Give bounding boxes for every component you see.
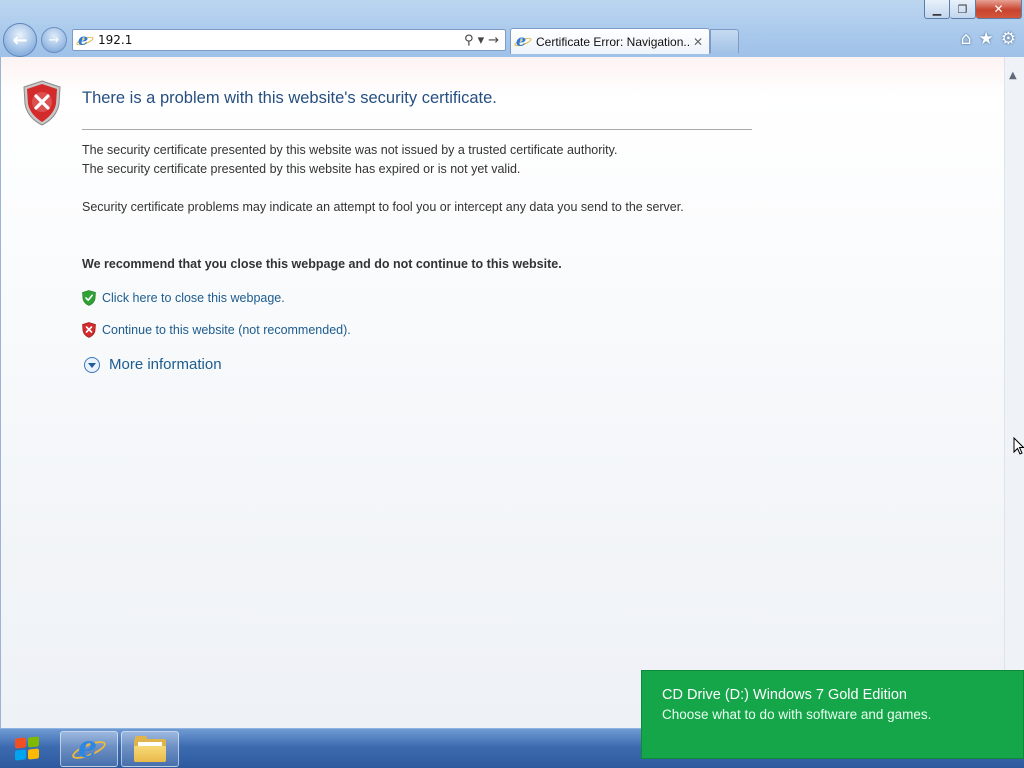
certificate-issues: The security certificate presented by th…	[82, 141, 742, 179]
more-information-toggle[interactable]: More information	[84, 356, 222, 373]
mouse-cursor-icon	[1013, 437, 1024, 455]
window-controls: ▁ ❐ ✕	[924, 0, 1022, 20]
close-webpage-option[interactable]: Click here to close this webpage.	[82, 290, 285, 306]
address-bar[interactable]: e 192.1 ⚲ ▾ →	[72, 29, 506, 51]
continue-option[interactable]: Continue to this website (not recommende…	[82, 322, 351, 338]
vertical-scrollbar[interactable]: ▲	[1004, 57, 1024, 728]
restore-button[interactable]: ❐	[950, 0, 976, 19]
more-information-label[interactable]: More information	[109, 356, 222, 373]
scroll-up-arrow-icon[interactable]: ▲	[1009, 70, 1017, 81]
tab-title: Certificate Error: Navigation...	[536, 34, 690, 49]
continue-link[interactable]: Continue to this website (not recommende…	[102, 323, 351, 337]
search-icon[interactable]: ⚲	[464, 34, 474, 47]
chevron-down-icon[interactable]: ▾	[478, 34, 485, 47]
command-icons: ⌂ ★ ⚙	[961, 29, 1016, 49]
tab-certificate-error[interactable]: e Certificate Error: Navigation... ✕	[510, 28, 710, 54]
close-webpage-link[interactable]: Click here to close this webpage.	[102, 291, 285, 305]
close-window-button[interactable]: ✕	[976, 0, 1022, 19]
favorites-star-icon[interactable]: ★	[979, 29, 994, 49]
page-title: There is a problem with this website's s…	[82, 89, 497, 107]
notification-subtitle: Choose what to do with software and game…	[662, 707, 932, 722]
home-icon[interactable]: ⌂	[961, 29, 972, 49]
warning-paragraph: Security certificate problems may indica…	[82, 200, 684, 214]
new-tab-button[interactable]	[710, 29, 739, 53]
notification-title: CD Drive (D:) Windows 7 Gold Edition	[662, 687, 907, 703]
autoplay-notification[interactable]: CD Drive (D:) Windows 7 Gold Edition Cho…	[641, 670, 1024, 759]
close-tab-icon[interactable]: ✕	[690, 35, 706, 49]
url-text[interactable]: 192.1	[98, 33, 464, 47]
taskbar-windows-explorer[interactable]	[121, 731, 179, 767]
taskbar-internet-explorer[interactable]: e	[60, 730, 118, 767]
back-button[interactable]: ←	[3, 23, 37, 57]
internet-explorer-icon: e	[70, 730, 108, 765]
minimize-button[interactable]: ▁	[924, 0, 950, 19]
go-arrow-icon[interactable]: →	[488, 34, 499, 47]
browser-chrome: ▁ ❐ ✕ ← → e 192.1 ⚲ ▾ → e Certificate Er…	[0, 0, 1024, 57]
issue-untrusted: The security certificate presented by th…	[82, 143, 618, 157]
ie-tab-icon: e	[513, 31, 533, 50]
expand-circle-icon[interactable]	[84, 356, 100, 373]
gear-icon[interactable]: ⚙	[1001, 29, 1016, 49]
shield-x-icon	[82, 322, 96, 338]
forward-button[interactable]: →	[41, 27, 67, 53]
start-button[interactable]	[4, 732, 50, 766]
divider	[82, 129, 752, 130]
issue-expired: The security certificate presented by th…	[82, 162, 521, 176]
folder-icon	[134, 736, 166, 762]
shield-error-icon	[23, 80, 61, 126]
windows-logo-icon	[12, 734, 42, 764]
shield-check-icon	[82, 290, 96, 306]
ie-page-icon: e	[75, 30, 95, 49]
recommendation-text: We recommend that you close this webpage…	[82, 257, 562, 271]
